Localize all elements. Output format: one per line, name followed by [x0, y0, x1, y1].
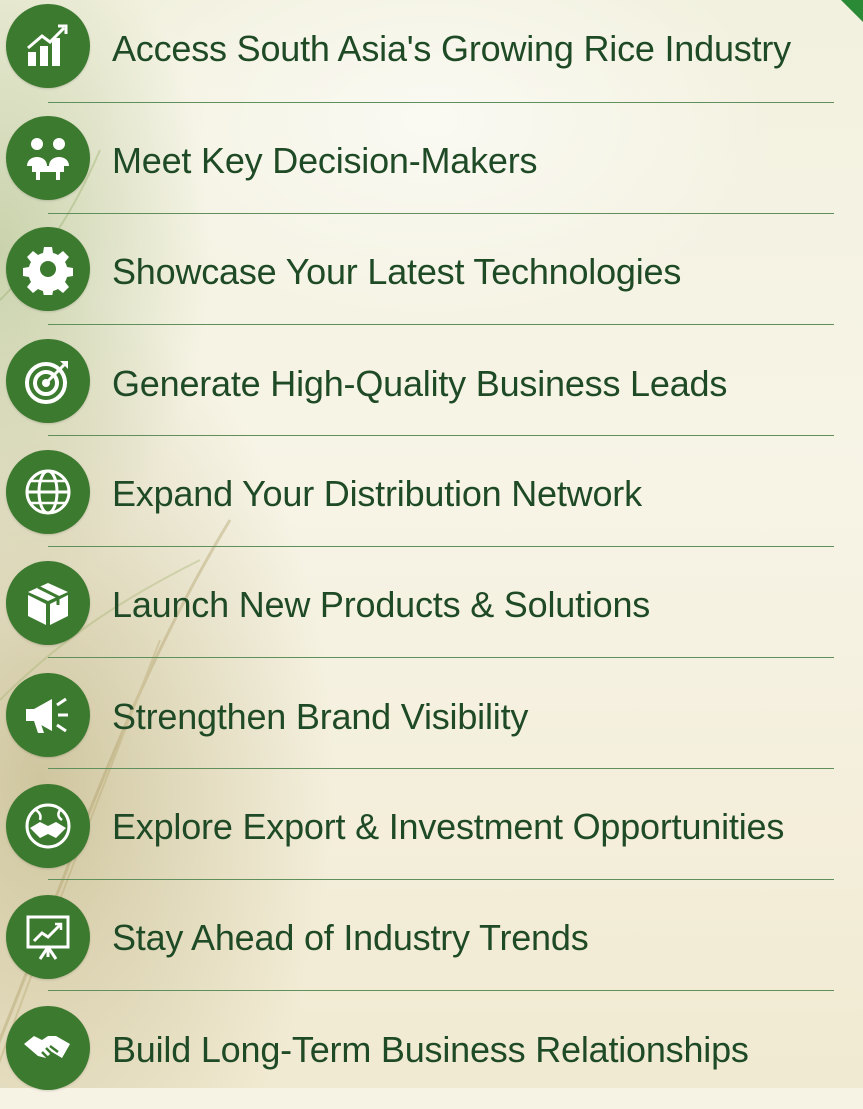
item-label: Meet Key Decision-Makers — [112, 140, 538, 181]
list-item: Explore Export & Investment Opportunitie… — [0, 777, 863, 887]
divider — [48, 435, 834, 436]
list-item: Build Long-Term Business Relationships — [0, 999, 863, 1109]
divider — [48, 213, 834, 214]
presentation-board-icon — [6, 895, 90, 979]
divider — [48, 324, 834, 325]
item-label: Generate High-Quality Business Leads — [112, 363, 728, 404]
item-label: Strengthen Brand Visibility — [112, 696, 529, 737]
global-handshake-icon — [6, 784, 90, 868]
divider — [48, 657, 834, 658]
list-item: Showcase Your Latest Technologies — [0, 222, 863, 332]
megaphone-icon — [6, 673, 90, 757]
divider — [48, 879, 834, 880]
list-item: Stay Ahead of Industry Trends — [0, 888, 863, 998]
list-item: Access South Asia's Growing Rice Industr… — [0, 0, 863, 110]
item-label: Build Long-Term Business Relationships — [112, 1029, 749, 1070]
item-label: Expand Your Distribution Network — [112, 473, 642, 514]
list-item: Launch New Products & Solutions — [0, 555, 863, 665]
divider — [48, 102, 834, 103]
item-label: Access South Asia's Growing Rice Industr… — [112, 28, 791, 69]
growth-chart-icon — [6, 4, 90, 88]
item-label: Stay Ahead of Industry Trends — [112, 917, 589, 958]
product-box-icon — [6, 561, 90, 645]
list-item: Expand Your Distribution Network — [0, 444, 863, 554]
list-item: Generate High-Quality Business Leads — [0, 333, 863, 443]
item-label: Showcase Your Latest Technologies — [112, 251, 682, 292]
meeting-people-icon — [6, 116, 90, 200]
item-label: Launch New Products & Solutions — [112, 584, 651, 625]
divider — [48, 768, 834, 769]
gear-icon — [6, 227, 90, 311]
target-icon — [6, 339, 90, 423]
list-item: Strengthen Brand Visibility — [0, 666, 863, 776]
handshake-icon — [6, 1006, 90, 1090]
list-item: Meet Key Decision-Makers — [0, 111, 863, 221]
globe-icon — [6, 450, 90, 534]
item-label: Explore Export & Investment Opportunitie… — [112, 806, 785, 847]
divider — [48, 546, 834, 547]
divider — [48, 990, 834, 991]
